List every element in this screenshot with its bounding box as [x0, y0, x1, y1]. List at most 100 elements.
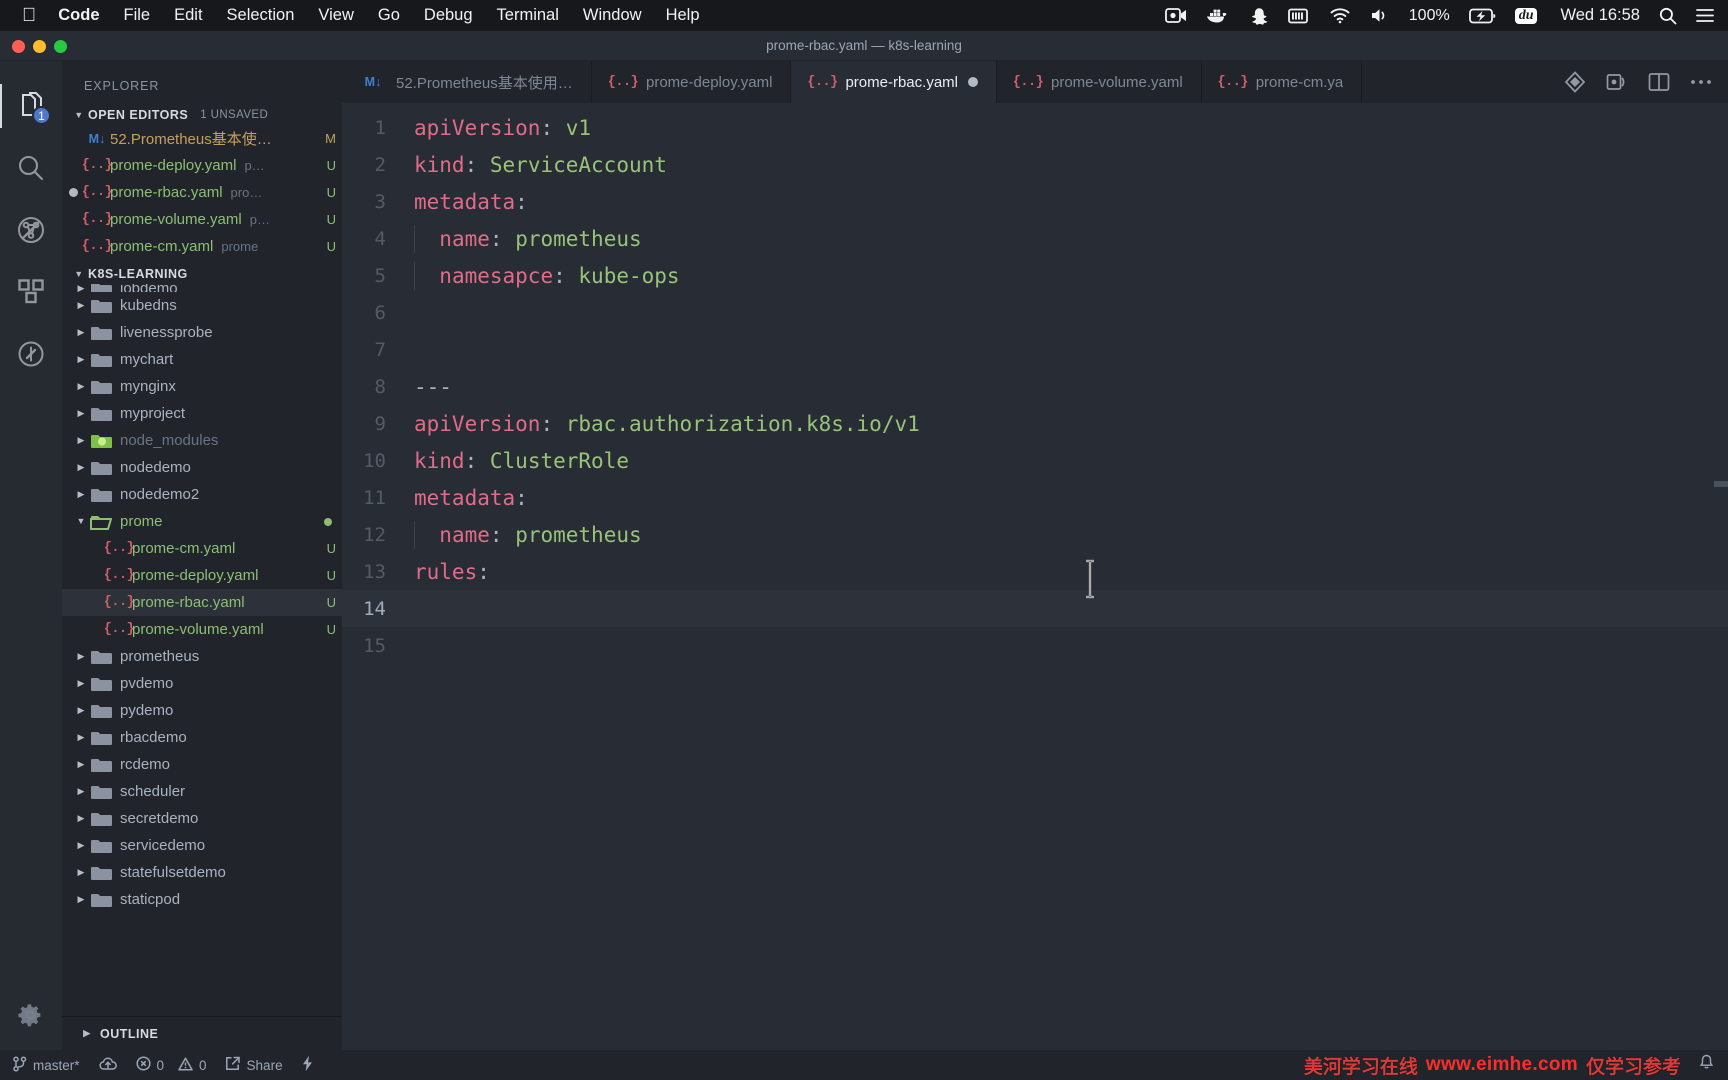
chevron-right-icon[interactable]: ▶	[72, 463, 90, 472]
tree-folder-row[interactable]: ▶ node_modules	[62, 427, 342, 454]
open-editor-item[interactable]: {..} prome-deploy.yaml p… U	[62, 152, 342, 179]
battery-charging-icon[interactable]	[1468, 8, 1496, 24]
du-app-icon[interactable]: du	[1514, 7, 1538, 24]
code-line[interactable]: 1 apiVersion: v1	[342, 109, 1728, 146]
chevron-right-icon[interactable]: ▶	[72, 787, 90, 796]
close-window-button[interactable]	[12, 39, 25, 53]
minimize-window-button[interactable]	[33, 39, 46, 53]
tree-file-row[interactable]: {..} prome-rbac.yaml U	[62, 589, 342, 616]
tree-folder-row[interactable]: ▶ secretdemo	[62, 805, 342, 832]
tree-folder-row[interactable]: ▶ staticpod	[62, 886, 342, 913]
tree-file-row[interactable]: {..} prome-cm.yaml U	[62, 535, 342, 562]
chevron-right-icon[interactable]: ▶	[72, 355, 90, 364]
code-line[interactable]: 5 namesapce: kube-ops	[342, 257, 1728, 294]
editor-scrollbar[interactable]	[1714, 481, 1728, 487]
chevron-right-icon[interactable]: ▶	[72, 679, 90, 688]
chevron-right-icon[interactable]: ▶	[72, 490, 90, 499]
volume-icon[interactable]	[1370, 7, 1390, 24]
status-sync[interactable]	[98, 1056, 118, 1075]
status-branch[interactable]: master*	[12, 1055, 80, 1075]
status-lightning[interactable]	[301, 1055, 314, 1075]
menu-item-file[interactable]: File	[124, 6, 151, 25]
chevron-right-icon[interactable]: ▶	[72, 868, 90, 877]
open-editor-item[interactable]: {..} prome-cm.yaml prome U	[62, 233, 342, 260]
code-line[interactable]: 12 name: prometheus	[342, 516, 1728, 553]
open-editor-item[interactable]: {..} prome-rbac.yaml pro… U	[62, 179, 342, 206]
editor-tab[interactable]: {..} prome-cm.ya	[1201, 61, 1363, 103]
code-line[interactable]: 10 kind: ClusterRole	[342, 442, 1728, 479]
chevron-right-icon[interactable]: ▶	[72, 328, 90, 337]
outline-section-header[interactable]: ▶ OUTLINE	[62, 1016, 342, 1050]
maximize-window-button[interactable]	[54, 39, 67, 53]
code-editor[interactable]: 1 apiVersion: v1 2 kind: ServiceAccount 3 met…	[342, 103, 1728, 1050]
menu-item-help[interactable]: Help	[666, 6, 700, 25]
code-line[interactable]: 15	[342, 627, 1728, 664]
file-tree[interactable]: ▶ jobdemo ▶ kubedns ▶ livenessprobe ▶ mychart ▶ m…	[62, 284, 342, 1016]
split-editor-icon[interactable]	[1648, 72, 1670, 92]
screen-record-icon[interactable]	[1164, 7, 1187, 24]
menu-item-selection[interactable]: Selection	[227, 6, 295, 25]
wifi-icon[interactable]	[1329, 7, 1351, 24]
tree-folder-row[interactable]: ▶ kubedns	[62, 292, 342, 319]
docker-icon[interactable]	[1206, 7, 1230, 24]
control-center-icon[interactable]	[1696, 8, 1714, 23]
tree-folder-row[interactable]: ▶ prometheus	[62, 643, 342, 670]
activity-source-control-button[interactable]	[0, 199, 62, 261]
menu-item-debug[interactable]: Debug	[424, 6, 473, 25]
chevron-right-icon[interactable]: ▶	[72, 409, 90, 418]
tree-folder-row[interactable]: ▶ mynginx	[62, 373, 342, 400]
code-line[interactable]: 14	[342, 590, 1728, 627]
chevron-right-icon[interactable]: ▶	[72, 841, 90, 850]
chevron-right-icon[interactable]: ▶	[72, 284, 90, 292]
spotlight-search-icon[interactable]	[1659, 7, 1677, 25]
activity-explorer-button[interactable]: 1	[0, 75, 62, 137]
tree-folder-row[interactable]: ▶ pydemo	[62, 697, 342, 724]
tree-folder-row[interactable]: ▶ scheduler	[62, 778, 342, 805]
tree-folder-row[interactable]: ▶ rcdemo	[62, 751, 342, 778]
apple-logo-icon[interactable]: 	[22, 6, 36, 25]
chevron-right-icon[interactable]: ▶	[72, 814, 90, 823]
workspace-section-header[interactable]: ▼ K8S-LEARNING	[62, 264, 342, 284]
chevron-right-icon[interactable]: ▶	[72, 733, 90, 742]
activity-search-button[interactable]	[0, 137, 62, 199]
tree-folder-row[interactable]: ▶ mychart	[62, 346, 342, 373]
tree-file-row[interactable]: {..} prome-volume.yaml U	[62, 616, 342, 643]
chevron-right-icon[interactable]: ▶	[72, 436, 90, 445]
code-line[interactable]: 3 metadata:	[342, 183, 1728, 220]
chevron-right-icon[interactable]: ▶	[72, 760, 90, 769]
status-problems[interactable]: 0 0	[135, 1056, 207, 1074]
code-line[interactable]: 7	[342, 331, 1728, 368]
tree-file-row[interactable]: {..} prome-deploy.yaml U	[62, 562, 342, 589]
code-line[interactable]: 8 ---	[342, 368, 1728, 405]
tree-folder-row[interactable]: ▶ nodedemo2	[62, 481, 342, 508]
status-share[interactable]: Share	[225, 1056, 283, 1074]
menu-item-window[interactable]: Window	[583, 6, 642, 25]
open-editor-item[interactable]: M↓ 52.Prometheus基本使… M	[62, 125, 342, 152]
tree-folder-row[interactable]: ▶ servicedemo	[62, 832, 342, 859]
open-editors-section-header[interactable]: ▼ OPEN EDITORS 1 UNSAVED	[62, 105, 342, 125]
code-line[interactable]: 13 rules:	[342, 553, 1728, 590]
chevron-right-icon[interactable]: ▶	[72, 382, 90, 391]
open-preview-icon[interactable]	[1606, 72, 1628, 92]
menu-bar-clock[interactable]: Wed 16:58	[1560, 6, 1640, 25]
tree-folder-row[interactable]: ▶ statefulsetdemo	[62, 859, 342, 886]
chevron-right-icon[interactable]: ▶	[72, 301, 90, 310]
tree-folder-row[interactable]: ▶ nodedemo	[62, 454, 342, 481]
chevron-right-icon[interactable]: ▶	[72, 895, 90, 904]
more-actions-icon[interactable]	[1690, 78, 1712, 86]
menu-item-terminal[interactable]: Terminal	[497, 6, 559, 25]
chevron-right-icon[interactable]: ▶	[72, 706, 90, 715]
code-line[interactable]: 4 name: prometheus	[342, 220, 1728, 257]
battery-meter-icon[interactable]	[1287, 8, 1310, 24]
activity-extensions-button[interactable]	[0, 261, 62, 323]
menu-item-view[interactable]: View	[318, 6, 353, 25]
code-line[interactable]: 2 kind: ServiceAccount	[342, 146, 1728, 183]
code-line[interactable]: 11 metadata:	[342, 479, 1728, 516]
editor-tab[interactable]: {..} prome-deploy.yaml	[592, 61, 792, 103]
chevron-down-icon[interactable]: ▼	[72, 517, 90, 526]
editor-tab[interactable]: {..} prome-volume.yaml	[996, 61, 1202, 103]
activity-debug-button[interactable]	[0, 323, 62, 385]
menu-item-edit[interactable]: Edit	[174, 6, 202, 25]
tree-folder-row[interactable]: ▶ pvdemo	[62, 670, 342, 697]
editor-tab[interactable]: {..} prome-rbac.yaml	[791, 61, 997, 103]
